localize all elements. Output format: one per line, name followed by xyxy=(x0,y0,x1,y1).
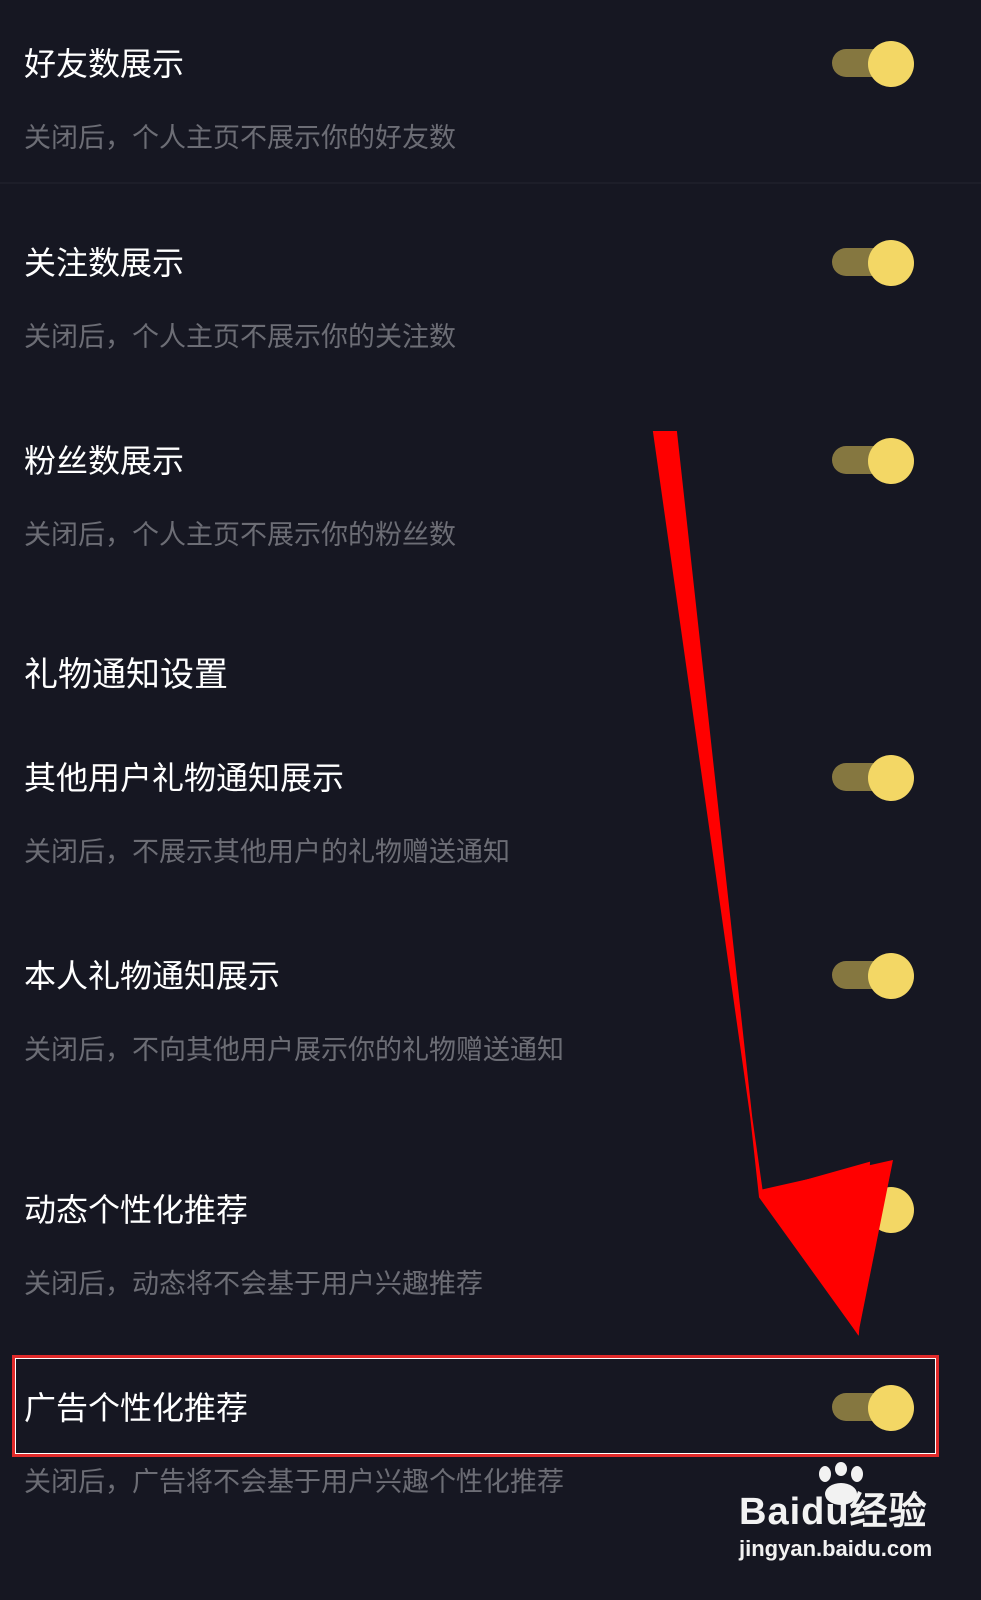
feed-personalization-toggle[interactable] xyxy=(832,1187,914,1233)
highlight-box xyxy=(12,1355,939,1457)
following-count-toggle[interactable] xyxy=(832,240,914,286)
setting-title: 好友数展示 xyxy=(24,45,185,83)
baidu-jingyan-watermark: Baidu经验 jingyan.baidu.com xyxy=(735,1462,975,1592)
toggle-knob xyxy=(868,953,914,999)
setting-description: 关闭后，不向其他用户展示你的礼物赠送通知 xyxy=(24,1035,564,1066)
setting-description: 关闭后，个人主页不展示你的好友数 xyxy=(24,123,456,154)
watermark-url: jingyan.baidu.com xyxy=(739,1536,933,1561)
setting-title: 关注数展示 xyxy=(24,244,185,282)
section-title-gift-notification: 礼物通知设置 xyxy=(24,655,228,695)
setting-description: 关闭后，不展示其他用户的礼物赠送通知 xyxy=(24,837,510,868)
toggle-knob xyxy=(868,438,914,484)
setting-title: 动态个性化推荐 xyxy=(24,1191,249,1229)
toggle-knob xyxy=(868,1187,914,1233)
divider xyxy=(0,182,981,184)
friends-count-toggle[interactable] xyxy=(832,41,914,87)
setting-title: 本人礼物通知展示 xyxy=(24,957,281,995)
setting-title: 其他用户礼物通知展示 xyxy=(24,759,345,797)
others-gift-notification-toggle[interactable] xyxy=(832,755,914,801)
setting-description: 关闭后，动态将不会基于用户兴趣推荐 xyxy=(24,1269,483,1300)
setting-title: 粉丝数展示 xyxy=(24,442,185,480)
setting-description: 关闭后，个人主页不展示你的粉丝数 xyxy=(24,520,456,551)
setting-description: 关闭后，广告将不会基于用户兴趣个性化推荐 xyxy=(24,1467,564,1498)
toggle-knob xyxy=(868,41,914,87)
own-gift-notification-toggle[interactable] xyxy=(832,953,914,999)
fans-count-toggle[interactable] xyxy=(832,438,914,484)
toggle-knob xyxy=(868,240,914,286)
setting-description: 关闭后，个人主页不展示你的关注数 xyxy=(24,322,456,353)
toggle-knob xyxy=(868,755,914,801)
watermark-logo: Baidu经验 xyxy=(739,1491,928,1533)
